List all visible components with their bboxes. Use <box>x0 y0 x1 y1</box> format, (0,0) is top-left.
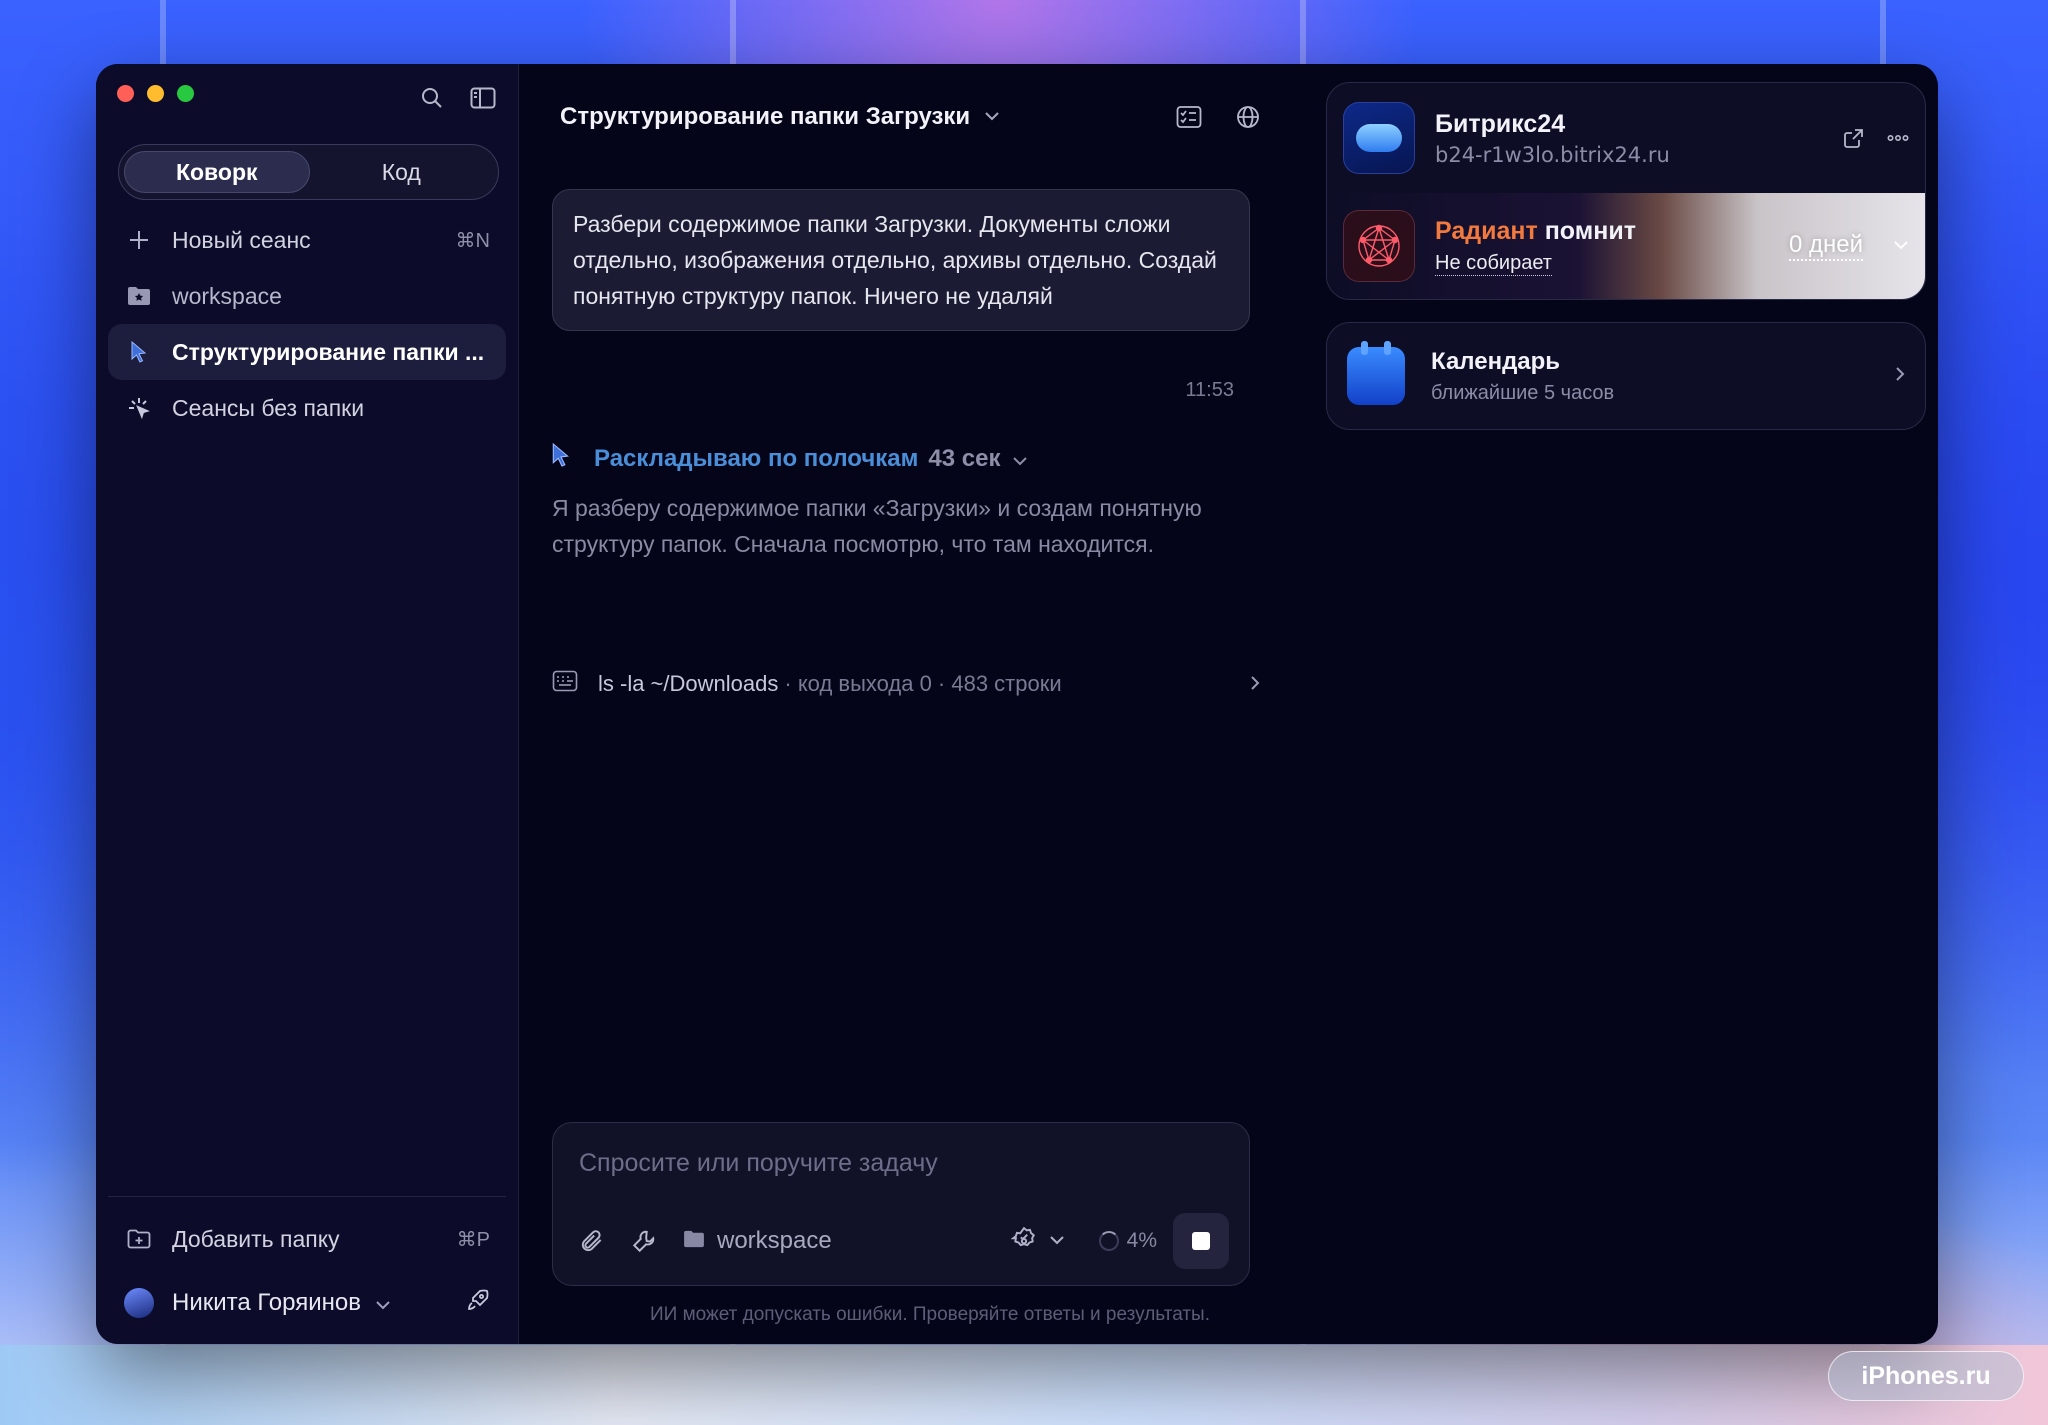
checklist-icon[interactable] <box>1176 105 1202 129</box>
watermark-logo: iPhones.ru <box>1828 1351 2024 1401</box>
minimize-window-button[interactable] <box>147 85 164 102</box>
mode-toggle: Коворк Код <box>118 144 499 200</box>
search-icon[interactable] <box>420 86 444 110</box>
status-text: Раскладываю по полочкам <box>594 444 919 472</box>
chevron-down-icon <box>375 1289 391 1317</box>
folder-icon <box>683 1227 705 1255</box>
context-usage: 4% <box>1098 1229 1157 1253</box>
more-icon[interactable] <box>1887 134 1909 142</box>
user-message: Разбери содержимое папки Загрузки. Докум… <box>552 189 1250 331</box>
bitrix-card: Битрикс24 b24-r1w3lo.bitrix24.ru Радиант… <box>1326 82 1926 300</box>
user-name: Никита Горяинов <box>172 1289 361 1316</box>
add-folder-button[interactable]: Добавить папку ⌘P <box>108 1209 506 1269</box>
stop-icon <box>1192 1232 1210 1250</box>
settings-badge-icon <box>1010 1226 1037 1257</box>
radiant-days[interactable]: 0 дней <box>1788 231 1863 261</box>
paperclip-icon[interactable] <box>579 1228 605 1254</box>
composer: workspace 4% <box>552 1122 1250 1286</box>
sparkle-icon <box>124 396 154 420</box>
wrench-icon[interactable] <box>631 1228 657 1254</box>
tool-call-row[interactable]: ls -la ~/Downloads · код выхода 0 · 483 … <box>552 670 1260 698</box>
folder-plus-icon <box>124 1229 154 1249</box>
mode-code-tab[interactable]: Код <box>310 151 494 193</box>
globe-icon[interactable] <box>1236 105 1260 129</box>
sidebar-item-current-session[interactable]: Структурирование папки ... <box>108 324 506 380</box>
bitrix-domain: b24-r1w3lo.bitrix24.ru <box>1435 142 1670 167</box>
chevron-right-icon <box>1895 366 1905 387</box>
user-menu[interactable]: Никита Горяинов <box>108 1269 506 1337</box>
radiant-status[interactable]: Не собирает <box>1435 252 1552 276</box>
right-panel: Битрикс24 b24-r1w3lo.bitrix24.ru Радиант… <box>1300 64 1938 1344</box>
message-timestamp: 11:53 <box>1185 379 1234 401</box>
sidebar-toggle-icon[interactable] <box>470 87 496 109</box>
prompt-input[interactable] <box>579 1143 1223 1183</box>
bitrix-title: Битрикс24 <box>1435 109 1566 138</box>
radiant-title: Радиант помнит <box>1435 217 1636 246</box>
disclaimer: ИИ может допускать ошибки. Проверяйте от… <box>649 1304 1210 1325</box>
zoom-window-button[interactable] <box>177 85 194 102</box>
session-list: Новый сеанс ⌘N workspace Структурировани… <box>108 212 506 436</box>
sidebar: Коворк Код Новый сеанс ⌘N workspace Стру… <box>96 64 519 1344</box>
folder-star-icon <box>124 286 154 306</box>
terminal-icon <box>552 670 578 698</box>
chevron-right-icon <box>1250 671 1260 697</box>
stop-button[interactable] <box>1173 1213 1229 1269</box>
radiant-row[interactable]: Радиант помнит Не собирает 0 дней <box>1327 193 1925 299</box>
new-session-label: Новый сеанс <box>172 226 311 253</box>
status-duration: 43 сек <box>928 444 1001 472</box>
calendar-title: Календарь <box>1431 347 1561 375</box>
radiant-icon <box>1343 210 1415 282</box>
agent-status[interactable]: Раскладываю по полочкам 43 сек <box>550 441 1260 476</box>
calendar-subtitle: ближайшие 5 часов <box>1431 381 1615 404</box>
chevron-down-icon[interactable] <box>984 108 1000 126</box>
chat-header: Структурирование папки Загрузки <box>560 92 1260 142</box>
rocket-icon[interactable] <box>466 1288 490 1319</box>
cursor-icon <box>550 441 572 476</box>
bitrix-cloud-icon <box>1343 102 1415 174</box>
assistant-message: Я разберу содержимое папки «Загрузки» и … <box>552 495 1202 557</box>
model-selector[interactable] <box>1010 1226 1065 1257</box>
cursor-icon <box>124 340 154 364</box>
sidebar-item-workspace[interactable]: workspace <box>108 268 506 324</box>
plus-icon <box>124 229 154 251</box>
calendar-icon <box>1347 341 1405 405</box>
page-title[interactable]: Структурирование папки Загрузки <box>560 103 970 131</box>
new-session-shortcut: ⌘N <box>455 229 490 252</box>
sidebar-footer: Добавить папку ⌘P Никита Горяинов <box>108 1196 506 1344</box>
close-window-button[interactable] <box>117 85 134 102</box>
chevron-down-icon <box>1012 445 1028 473</box>
mode-cowork-tab[interactable]: Коворк <box>124 151 310 193</box>
sidebar-item-sessions-without-folder[interactable]: Сеансы без папки <box>108 380 506 436</box>
calendar-card[interactable]: Календарь ближайшие 5 часов <box>1326 322 1926 430</box>
sidebar-item-label: workspace <box>172 282 282 309</box>
composer-toolbar: workspace 4% <box>579 1213 1229 1269</box>
tool-meta: · код выхода 0 · 483 строки <box>784 671 1062 696</box>
chevron-down-icon <box>1049 1232 1065 1250</box>
folder-name: workspace <box>717 1227 832 1254</box>
app-window: Коворк Код Новый сеанс ⌘N workspace Стру… <box>96 64 1938 1344</box>
avatar <box>124 1288 154 1318</box>
radiant-name-accent: Радиант <box>1435 216 1538 245</box>
external-link-icon[interactable] <box>1843 127 1865 149</box>
add-folder-shortcut: ⌘P <box>456 1228 490 1251</box>
folder-selector[interactable]: workspace <box>683 1227 832 1255</box>
sidebar-item-label: Сеансы без папки <box>172 394 365 421</box>
tool-command: ls -la ~/Downloads <box>598 671 779 696</box>
new-session-button[interactable]: Новый сеанс ⌘N <box>108 212 506 268</box>
add-folder-label: Добавить папку <box>172 1225 340 1252</box>
context-usage-value: 4% <box>1126 1229 1157 1252</box>
window-controls <box>117 85 194 102</box>
sidebar-item-label: Структурирование папки ... <box>172 338 485 365</box>
progress-ring-icon <box>1098 1231 1119 1251</box>
chat-area: Структурирование папки Загрузки Разбери … <box>520 64 1300 1344</box>
radiant-name-rest: помнит <box>1544 216 1636 245</box>
chevron-down-icon[interactable] <box>1893 237 1909 255</box>
